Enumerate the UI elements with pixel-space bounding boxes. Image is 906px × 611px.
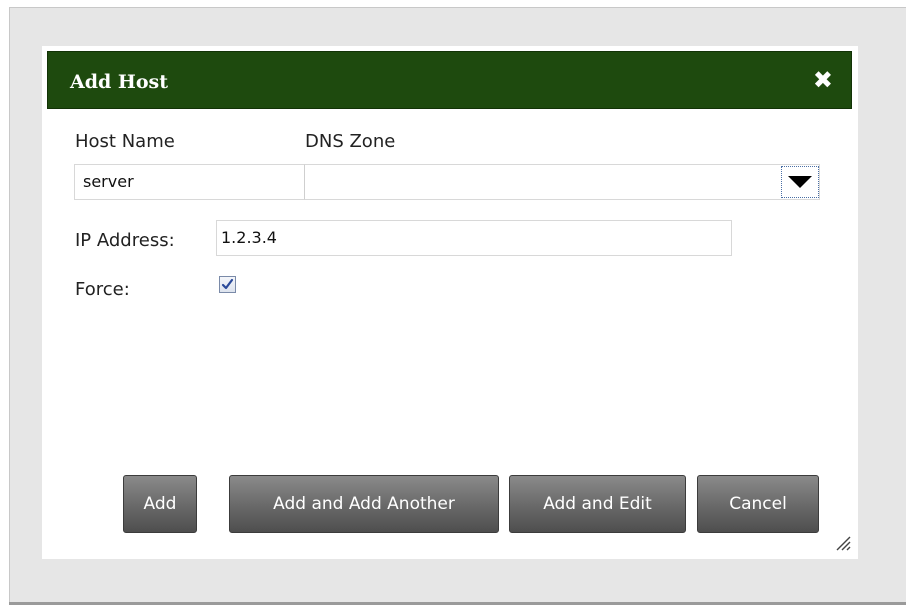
frame-shadow	[9, 602, 906, 605]
dns-zone-label: DNS Zone	[305, 131, 396, 152]
dns-zone-select[interactable]	[304, 164, 820, 200]
add-button[interactable]: Add	[123, 475, 197, 533]
dropdown-arrow-button[interactable]	[781, 166, 819, 198]
force-label: Force:	[75, 279, 130, 300]
dialog-titlebar[interactable]: Add Host ✖	[47, 51, 852, 109]
dialog-title: Add Host	[70, 71, 169, 93]
checkmark-icon	[221, 278, 234, 290]
add-and-add-another-button[interactable]: Add and Add Another	[229, 475, 499, 533]
ip-address-label: IP Address:	[75, 230, 175, 251]
force-checkbox[interactable]	[219, 276, 236, 293]
close-icon[interactable]: ✖	[813, 66, 833, 94]
cancel-button[interactable]: Cancel	[697, 475, 819, 533]
host-name-input[interactable]: server	[74, 164, 306, 200]
add-host-dialog: Add Host ✖ Host Name DNS Zone server IP …	[42, 46, 858, 559]
add-and-edit-button[interactable]: Add and Edit	[509, 475, 686, 533]
triangle-down-icon	[788, 176, 812, 188]
ip-address-input[interactable]: 1.2.3.4	[216, 220, 732, 256]
host-name-label: Host Name	[75, 131, 175, 152]
resize-grip-icon[interactable]	[835, 535, 851, 551]
